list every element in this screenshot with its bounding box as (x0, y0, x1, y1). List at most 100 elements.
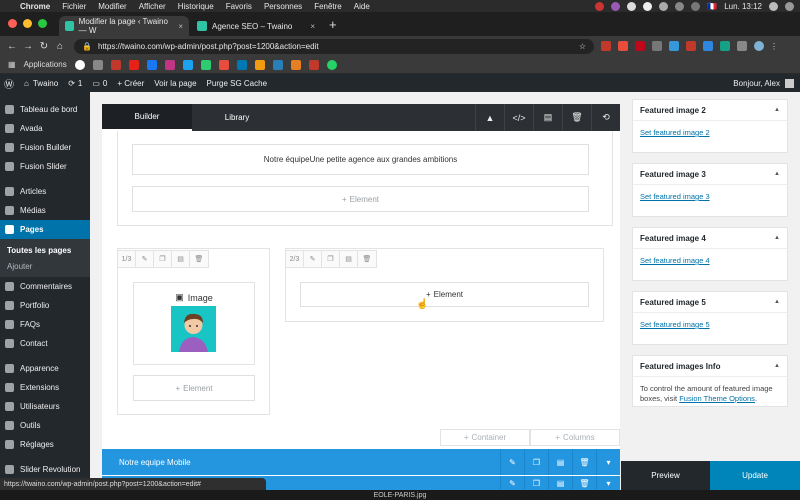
menu-historique[interactable]: Historique (178, 2, 214, 11)
collapse-caret-icon[interactable]: ▲ (774, 171, 780, 177)
trash-icon[interactable]: 🗑 (562, 104, 591, 131)
code-icon[interactable]: </> (504, 104, 533, 131)
collapse-caret-icon[interactable]: ▲ (475, 104, 504, 131)
close-tab-icon[interactable]: × (310, 22, 315, 31)
update-button[interactable]: Update (710, 461, 800, 490)
pinterest-icon[interactable] (635, 41, 645, 51)
panel-header[interactable]: Featured images Info ▲ (633, 356, 787, 377)
set-featured-image-4-link[interactable]: Set featured image 4 (640, 256, 710, 265)
comments-icon[interactable]: ▭ (92, 79, 100, 88)
save-icon[interactable]: ▤ (172, 251, 190, 267)
save-icon[interactable]: ▤ (533, 104, 562, 131)
chrome-menu-icon[interactable]: ⋮ (770, 42, 778, 51)
extension-icon[interactable] (703, 41, 713, 51)
dropbox-icon[interactable] (659, 1, 669, 11)
sidebar-item-users[interactable]: Utilisateurs (0, 397, 90, 416)
reload-icon[interactable]: ↻ (36, 41, 52, 52)
forward-icon[interactable]: → (20, 41, 36, 52)
fullscreen-window-button[interactable] (38, 19, 47, 28)
fusion-theme-options-link[interactable]: Fusion Theme Options (679, 394, 755, 403)
trash-icon[interactable]: 🗑 (572, 449, 596, 475)
edit-pencil-icon[interactable]: ✎ (500, 449, 524, 475)
add-element-button[interactable]: + Element (300, 282, 589, 307)
clone-icon[interactable]: ❐ (154, 251, 172, 267)
language-flag-icon[interactable]: 🇫🇷 (707, 2, 717, 11)
bookmark-icon[interactable] (92, 59, 103, 70)
vpn-icon[interactable] (627, 1, 637, 11)
sidebar-item-tools[interactable]: Outils (0, 416, 90, 435)
bookmark-icon[interactable] (218, 59, 229, 70)
add-element-button[interactable]: + Element (132, 186, 589, 212)
google-bookmark-icon[interactable] (74, 59, 85, 70)
view-page-link[interactable]: Voir la page (154, 79, 196, 88)
section-bar[interactable]: Notre equipe Mobile ✎ ❐ ▤ 🗑 ▾ (102, 449, 620, 475)
extensions-puzzle-icon[interactable] (737, 41, 747, 51)
sidebar-item-comments[interactable]: Commentaires (0, 277, 90, 296)
account-greeting[interactable]: Bonjour, Alex (733, 79, 780, 88)
clone-icon[interactable]: ❐ (322, 251, 340, 267)
column-size-label[interactable]: 1/3 (118, 251, 136, 267)
wifi-icon[interactable] (675, 1, 685, 11)
linkedin-bookmark-icon[interactable] (236, 59, 247, 70)
menu-chrome[interactable]: Chrome (20, 2, 50, 11)
clone-icon[interactable]: ❐ (524, 476, 548, 490)
submenu-all-pages[interactable]: Toutes les pages (0, 242, 90, 258)
bookmark-icon[interactable] (254, 59, 265, 70)
home-icon[interactable]: ⌂ (52, 41, 68, 52)
save-icon[interactable]: ▤ (548, 449, 572, 475)
control-center-icon[interactable] (785, 1, 794, 11)
bookmark-icon[interactable] (272, 59, 283, 70)
back-icon[interactable]: ← (4, 41, 20, 52)
panel-header[interactable]: Featured image 5 ▲ (633, 292, 787, 313)
app-status-icon[interactable] (611, 1, 621, 11)
collapse-caret-icon[interactable]: ▲ (774, 107, 780, 113)
trash-icon[interactable]: 🗑 (190, 251, 208, 267)
trash-icon[interactable]: 🗑 (572, 476, 596, 490)
collapse-caret-icon[interactable]: ▲ (774, 235, 780, 241)
menu-fichier[interactable]: Fichier (62, 2, 86, 11)
tab-agence-seo[interactable]: Agence SEO – Twaino × (191, 16, 321, 36)
whatsapp-bookmark-icon[interactable] (326, 59, 337, 70)
menu-afficher[interactable]: Afficher (139, 2, 166, 11)
trash-icon[interactable]: 🗑 (358, 251, 376, 267)
sidebar-item-articles[interactable]: Articles (0, 182, 90, 201)
facebook-bookmark-icon[interactable] (146, 59, 157, 70)
avatar[interactable] (785, 78, 794, 88)
comments-count[interactable]: 0 (103, 79, 107, 88)
new-tab-button[interactable]: + (323, 17, 343, 36)
add-element-button[interactable]: + Element (133, 375, 255, 401)
extension-icon[interactable] (618, 41, 628, 51)
add-columns-button[interactable]: + Columns (530, 429, 620, 446)
cloud-icon[interactable] (643, 1, 653, 11)
bookmark-star-icon[interactable]: ☆ (579, 42, 586, 51)
collapse-caret-icon[interactable]: ▲ (774, 299, 780, 305)
sidebar-item-faqs[interactable]: FAQs (0, 315, 90, 334)
address-bar[interactable]: 🔒 https://twaino.com/wp-admin/post.php?p… (74, 38, 594, 54)
twitter-bookmark-icon[interactable] (182, 59, 193, 70)
collapse-caret-icon[interactable]: ▲ (774, 363, 780, 369)
new-content-link[interactable]: + Créer (117, 79, 144, 88)
wordpress-logo-icon[interactable]: Ⓦ (4, 76, 14, 91)
extension-icon[interactable] (669, 41, 679, 51)
apps-icon[interactable]: ▦ (8, 60, 16, 69)
extension-icon[interactable] (720, 41, 730, 51)
edit-pencil-icon[interactable]: ✎ (304, 251, 322, 267)
sidebar-item-settings[interactable]: Réglages (0, 435, 90, 454)
panel-header[interactable]: Featured image 3 ▲ (633, 164, 787, 185)
menu-aide[interactable]: Aide (354, 2, 370, 11)
purge-cache-link[interactable]: Purge SG Cache (207, 79, 267, 88)
chevron-down-icon[interactable]: ▾ (596, 449, 620, 475)
sidebar-item-fusion-slider[interactable]: Fusion Slider (0, 157, 90, 176)
set-featured-image-2-link[interactable]: Set featured image 2 (640, 128, 710, 137)
bookmark-icon[interactable] (308, 59, 319, 70)
minimize-window-button[interactable] (23, 19, 32, 28)
sidebar-item-plugins[interactable]: Extensions (0, 378, 90, 397)
tab-builder[interactable]: Builder (102, 104, 192, 131)
preview-button[interactable]: Preview (621, 461, 710, 490)
extension-icon[interactable] (652, 41, 662, 51)
panel-header[interactable]: Featured image 4 ▲ (633, 228, 787, 249)
edit-pencil-icon[interactable]: ✎ (136, 251, 154, 267)
sidebar-item-dashboard[interactable]: Tableau de bord (0, 100, 90, 119)
menu-fenetre[interactable]: Fenêtre (314, 2, 342, 11)
instagram-bookmark-icon[interactable] (164, 59, 175, 70)
